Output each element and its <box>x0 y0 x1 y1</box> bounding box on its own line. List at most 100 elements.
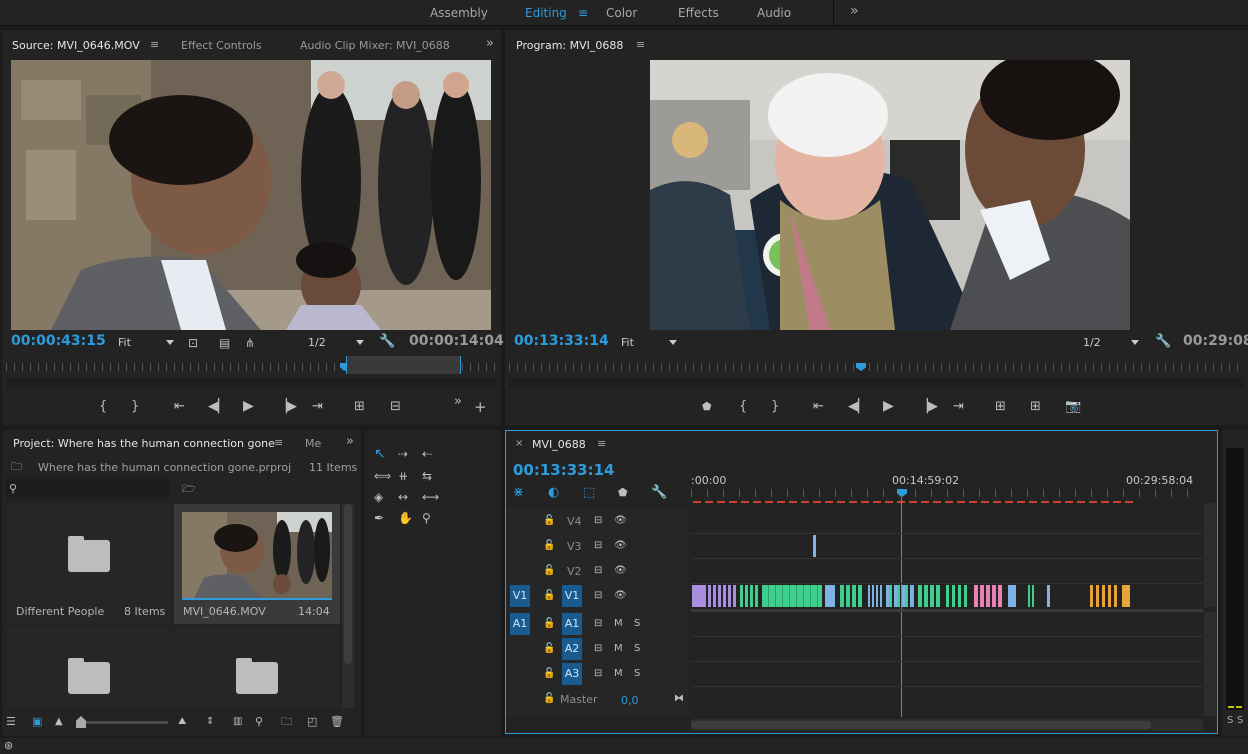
clip[interactable] <box>1122 585 1130 607</box>
source-tabs-overflow-icon[interactable]: » <box>486 36 494 51</box>
lock-icon[interactable]: 🔓 <box>543 540 555 551</box>
clip[interactable] <box>868 585 882 607</box>
eye-icon[interactable]: 👁 <box>614 540 627 551</box>
slider-thumb[interactable] <box>76 716 86 728</box>
lock-icon[interactable]: 🔓 <box>543 668 555 679</box>
step-back-icon[interactable]: ◀▏ <box>848 399 868 415</box>
master-volume-value[interactable]: 0,0 <box>621 694 639 707</box>
scroll-thumb[interactable] <box>344 504 352 664</box>
mark-out-icon[interactable]: } <box>771 399 779 415</box>
wrench-icon[interactable]: 🔧 <box>1155 334 1171 350</box>
list-view-icon[interactable]: ☰ <box>6 714 16 730</box>
go-to-end-icon[interactable]: ⧓ <box>674 693 684 704</box>
source-panel-menu-icon[interactable]: ≡ <box>150 38 159 51</box>
sync-lock-icon[interactable]: ⊟ <box>594 515 602 526</box>
clip[interactable] <box>1090 585 1118 607</box>
timeline-panel-menu-icon[interactable]: ≡ <box>597 437 606 450</box>
project-panel-menu-icon[interactable]: ≡ <box>274 436 283 449</box>
clip[interactable] <box>813 535 816 557</box>
step-back-icon[interactable]: ◀▏ <box>208 399 228 415</box>
clip[interactable] <box>886 585 914 607</box>
timeline-horizontal-scrollbar[interactable] <box>691 719 1203 731</box>
mark-in-icon[interactable]: { <box>99 399 107 415</box>
snap-icon[interactable]: ◐ <box>548 485 559 501</box>
source-zoom-scrollbar[interactable] <box>6 356 496 388</box>
slip-tool-icon[interactable]: ↔ <box>398 489 408 505</box>
sync-lock-icon[interactable]: ⊟ <box>594 565 602 576</box>
new-bin-icon[interactable]: 🗀 <box>281 714 292 730</box>
track-select-backward-icon[interactable]: ⇠ <box>422 446 432 462</box>
workspace-assembly[interactable]: Assembly <box>430 6 488 20</box>
solo-button[interactable]: S <box>634 643 640 654</box>
tab-sequence[interactable]: MVI_0688 <box>532 438 586 451</box>
track-select-tool-icon[interactable]: ⇢ <box>398 446 408 462</box>
tab-project[interactable]: Project: Where has the human connection … <box>13 437 275 450</box>
track-target-a2[interactable]: A2 <box>562 638 582 660</box>
extract-icon[interactable]: ⊞ <box>1030 399 1041 415</box>
program-resolution-dropdown[interactable]: 1/2 <box>1083 336 1139 349</box>
track-target-a3[interactable]: A3 <box>562 663 582 685</box>
wrench-icon[interactable]: 🔧 <box>379 334 395 350</box>
clip[interactable] <box>825 585 835 607</box>
automate-to-sequence-icon[interactable]: ▥ <box>233 714 242 730</box>
program-time-ruler[interactable] <box>509 363 1244 375</box>
timeline-timecode[interactable]: 00:13:33:14 <box>513 461 615 479</box>
tab-effect-controls[interactable]: Effect Controls <box>181 39 262 52</box>
solo-button[interactable]: S <box>634 618 640 629</box>
workspace-color[interactable]: Color <box>606 6 637 20</box>
workspace-menu-icon[interactable]: ≡ <box>578 6 588 20</box>
creative-cloud-icon[interactable]: ⊛ <box>4 738 13 754</box>
mark-out-icon[interactable]: } <box>131 399 139 415</box>
lift-icon[interactable]: ⊞ <box>995 399 1006 415</box>
lock-icon[interactable]: 🔓 <box>543 565 555 576</box>
close-icon[interactable]: × <box>515 438 523 449</box>
clip[interactable] <box>946 585 968 607</box>
button-editor-icon[interactable]: + <box>474 399 487 415</box>
add-marker-icon[interactable]: ⬟ <box>702 399 712 415</box>
scroll-thumb[interactable] <box>691 721 1151 729</box>
sort-order-icon[interactable]: ⇕ <box>206 714 214 730</box>
play-icon[interactable]: ▶ <box>883 398 894 414</box>
tab-audio-clip-mixer[interactable]: Audio Clip Mixer: MVI_0688 <box>300 39 450 52</box>
mute-button[interactable]: M <box>614 668 623 679</box>
lock-icon[interactable]: 🔓 <box>543 693 555 704</box>
clip[interactable] <box>708 585 736 607</box>
mark-in-icon[interactable]: { <box>739 399 747 415</box>
play-icon[interactable]: ▶ <box>243 398 254 414</box>
rate-stretch-tool-icon[interactable]: ⇆ <box>422 468 432 484</box>
video-tracks-scrollbar[interactable] <box>1204 503 1216 607</box>
sync-lock-icon[interactable]: ⊟ <box>594 590 602 601</box>
lock-icon[interactable]: 🔓 <box>543 515 555 526</box>
export-frame-icon[interactable]: 📷 <box>1065 399 1081 415</box>
ripple-edit-tool-icon[interactable]: ⟺ <box>374 468 391 484</box>
program-timecode[interactable]: 00:13:33:14 <box>514 333 609 349</box>
source-controls-overflow-icon[interactable]: » <box>454 394 462 410</box>
thumbnail-size-slider[interactable] <box>76 716 168 728</box>
delete-icon[interactable]: 🗑 <box>330 714 344 730</box>
tab-media-browser[interactable]: Me <box>305 437 321 450</box>
bin-item[interactable] <box>6 626 172 708</box>
hand-tool-icon[interactable]: ✋ <box>398 510 413 526</box>
program-zoom-dropdown[interactable]: Fit <box>621 336 677 349</box>
track-target-v1[interactable]: V1 <box>562 585 582 607</box>
insert-icon[interactable]: ⊞ <box>354 399 365 415</box>
clip[interactable] <box>692 585 706 607</box>
pen-tool-icon[interactable]: ✒ <box>374 510 384 526</box>
solo-left-button[interactable]: S <box>1227 715 1233 726</box>
zoom-tool-icon[interactable]: ⚲ <box>422 510 431 526</box>
workspace-audio[interactable]: Audio <box>757 6 791 20</box>
audio-tracks-scrollbar[interactable] <box>1204 612 1216 716</box>
clip[interactable] <box>840 585 862 607</box>
sync-lock-icon[interactable]: ⊟ <box>594 668 602 679</box>
sync-lock-icon[interactable]: ⊟ <box>594 643 602 654</box>
track-target-a1[interactable]: A1 <box>562 613 582 635</box>
clip[interactable] <box>918 585 942 607</box>
bin-item[interactable] <box>174 626 340 708</box>
nest-icon[interactable]: ⋇ <box>513 485 524 501</box>
go-to-in-icon[interactable]: ⇤ <box>813 399 824 415</box>
tab-program[interactable]: Program: MVI_0688 <box>516 39 623 52</box>
project-scrollbar[interactable] <box>342 504 354 708</box>
workspace-overflow-icon[interactable]: » <box>850 3 859 19</box>
lock-icon[interactable]: 🔓 <box>543 618 555 629</box>
add-marker-icon[interactable]: ⬟ <box>618 485 628 501</box>
